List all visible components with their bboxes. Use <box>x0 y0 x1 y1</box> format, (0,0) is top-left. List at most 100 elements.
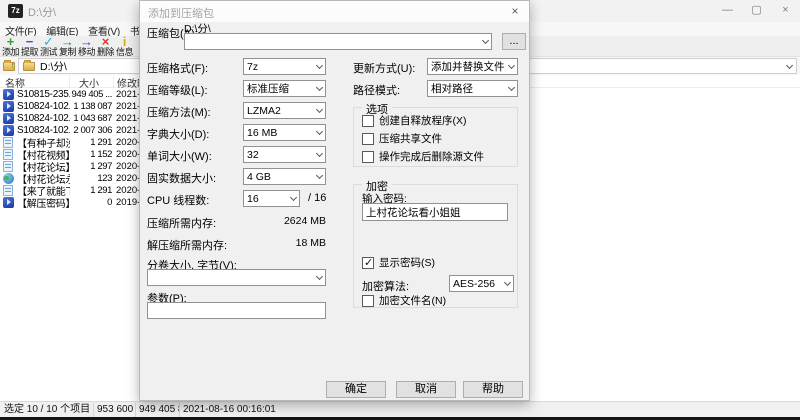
toolbar-button-label: 添加 <box>2 47 19 57</box>
file-modified: 2020- <box>112 137 140 148</box>
cancel-button[interactable]: 取消 <box>396 381 456 398</box>
chevron-down-icon <box>504 279 511 286</box>
toolbar-button[interactable]: i 信息 <box>115 36 134 56</box>
file-size: 1 291 <box>70 185 112 196</box>
up-one-level-button[interactable]: ↑ <box>2 59 17 73</box>
show-password-checkbox-row[interactable]: 显示密码(S) <box>362 255 435 270</box>
delete-after-label: 操作完成后删除源文件 <box>379 149 484 164</box>
file-modified: 2021- <box>112 89 140 100</box>
update-mode-label: 更新方式(U): <box>353 60 415 76</box>
close-button[interactable]: × <box>771 0 800 22</box>
toolbar-button[interactable]: × 删除 <box>96 36 115 56</box>
chevron-down-icon <box>290 194 297 201</box>
file-type-icon <box>3 161 13 172</box>
compress-shared-label: 压缩共享文件 <box>379 131 442 146</box>
show-password-checkbox[interactable] <box>362 257 374 269</box>
file-type-icon <box>3 101 14 112</box>
file-name: 【解压密码】... <box>17 195 70 210</box>
compress-shared-checkbox-row[interactable]: 压缩共享文件 <box>362 131 442 146</box>
delete-x-icon: × <box>102 36 110 47</box>
ok-button[interactable]: 确定 <box>326 381 386 398</box>
chevron-down-icon <box>316 128 323 135</box>
show-password-label: 显示密码(S) <box>379 255 435 270</box>
toolbar-button-label: 测试 <box>40 47 57 57</box>
toolbar-button[interactable]: + 添加 <box>1 36 20 56</box>
create-sfx-checkbox[interactable] <box>362 115 374 127</box>
parameters-input[interactable] <box>147 302 326 319</box>
update-mode-combo[interactable]: 添加并替换文件 <box>427 58 518 75</box>
file-size: 1 152 <box>70 149 112 160</box>
dialog-title-bar: 添加到压缩包 × <box>140 1 529 22</box>
add-to-archive-dialog: 添加到压缩包 × 压缩包(A): D:\分\ ... 压缩格式(F): 7z 压… <box>139 0 530 401</box>
file-modified: 2020- <box>112 149 140 160</box>
dialog-close-icon[interactable]: × <box>507 4 523 20</box>
encryption-method-combo[interactable]: AES-256 <box>449 275 514 292</box>
help-button[interactable]: 帮助 <box>463 381 523 398</box>
column-header-name[interactable]: 名称 <box>0 75 70 87</box>
toolbar-button-label: 信息 <box>116 47 133 57</box>
memory-compress-value: 2624 MB <box>243 215 326 227</box>
compress-shared-checkbox[interactable] <box>362 133 374 145</box>
file-modified: 2021- <box>112 125 140 136</box>
browse-button[interactable]: ... <box>502 33 526 50</box>
file-size: 0 <box>70 197 112 208</box>
delete-after-checkbox[interactable] <box>362 151 374 163</box>
create-sfx-checkbox-row[interactable]: 创建自释放程序(X) <box>362 113 467 128</box>
chevron-down-icon <box>316 172 323 179</box>
chevron-down-icon <box>316 106 323 113</box>
chevron-down-icon[interactable] <box>786 61 793 68</box>
chevron-down-icon <box>316 62 323 69</box>
memory-decompress-label: 解压缩所需内存: <box>147 237 227 253</box>
chevron-down-icon <box>316 150 323 157</box>
toolbar-button-label: 删除 <box>97 47 114 57</box>
method-combo[interactable]: LZMA2 <box>243 102 326 119</box>
maximize-button[interactable]: ▢ <box>742 0 771 22</box>
chevron-down-icon <box>508 84 515 91</box>
file-size: 1 291 <box>70 137 112 148</box>
path-mode-combo[interactable]: 相对路径 <box>427 80 518 97</box>
file-modified: 2020- <box>112 161 140 172</box>
cpu-threads-combo[interactable]: 16 <box>243 190 300 207</box>
chevron-down-icon <box>316 273 323 280</box>
test-check-icon: ✓ <box>43 36 54 47</box>
chevron-down-icon <box>316 84 323 91</box>
file-type-icon <box>3 185 13 196</box>
folder-icon <box>23 62 35 71</box>
file-modified: 2020- <box>112 185 140 196</box>
toolbar-button[interactable]: − 提取 <box>20 36 39 56</box>
memory-compress-label: 压缩所需内存: <box>147 215 216 231</box>
toolbar-button[interactable]: ✓ 测试 <box>39 36 58 56</box>
cpu-threads-label: CPU 线程数: <box>147 192 209 208</box>
file-size: 1 043 687 <box>70 113 112 124</box>
cpu-threads-max: / 16 <box>308 192 326 204</box>
status-selection: 选定 10 / 10 个项目 <box>0 403 93 417</box>
password-input[interactable] <box>362 203 508 221</box>
file-name: S10815-235... <box>17 89 70 100</box>
create-sfx-label: 创建自释放程序(X) <box>379 113 467 128</box>
level-combo[interactable]: 标准压缩 <box>243 80 326 97</box>
toolbar-button[interactable]: → 复制 <box>58 36 77 56</box>
chevron-down-icon <box>508 62 515 69</box>
encrypt-names-checkbox[interactable] <box>362 295 374 307</box>
format-combo[interactable]: 7z <box>243 58 326 75</box>
file-modified: 2019- <box>112 197 140 208</box>
file-name: S10824-102... <box>17 113 70 124</box>
archive-name-combo[interactable] <box>184 33 492 50</box>
encrypt-names-label: 加密文件名(N) <box>379 293 446 308</box>
dictionary-combo[interactable]: 16 MB <box>243 124 326 141</box>
volume-size-combo[interactable] <box>147 269 326 286</box>
delete-after-checkbox-row[interactable]: 操作完成后删除源文件 <box>362 149 484 164</box>
word-size-combo[interactable]: 32 <box>243 146 326 163</box>
column-header-size[interactable]: 大小 <box>70 75 114 87</box>
move-arrow-icon: → <box>80 36 93 47</box>
encrypt-names-checkbox-row[interactable]: 加密文件名(N) <box>362 293 446 308</box>
file-name: S10824-102... <box>17 101 70 112</box>
minimize-button[interactable]: — <box>713 0 742 22</box>
extract-minus-icon: − <box>26 36 34 47</box>
toolbar-button-label: 复制 <box>59 47 76 57</box>
toolbar-button-label: 移动 <box>78 47 95 57</box>
toolbar-button[interactable]: → 移动 <box>77 36 96 56</box>
solid-block-combo[interactable]: 4 GB <box>243 168 326 185</box>
chevron-down-icon <box>482 37 489 44</box>
file-modified: 2021- <box>112 113 140 124</box>
